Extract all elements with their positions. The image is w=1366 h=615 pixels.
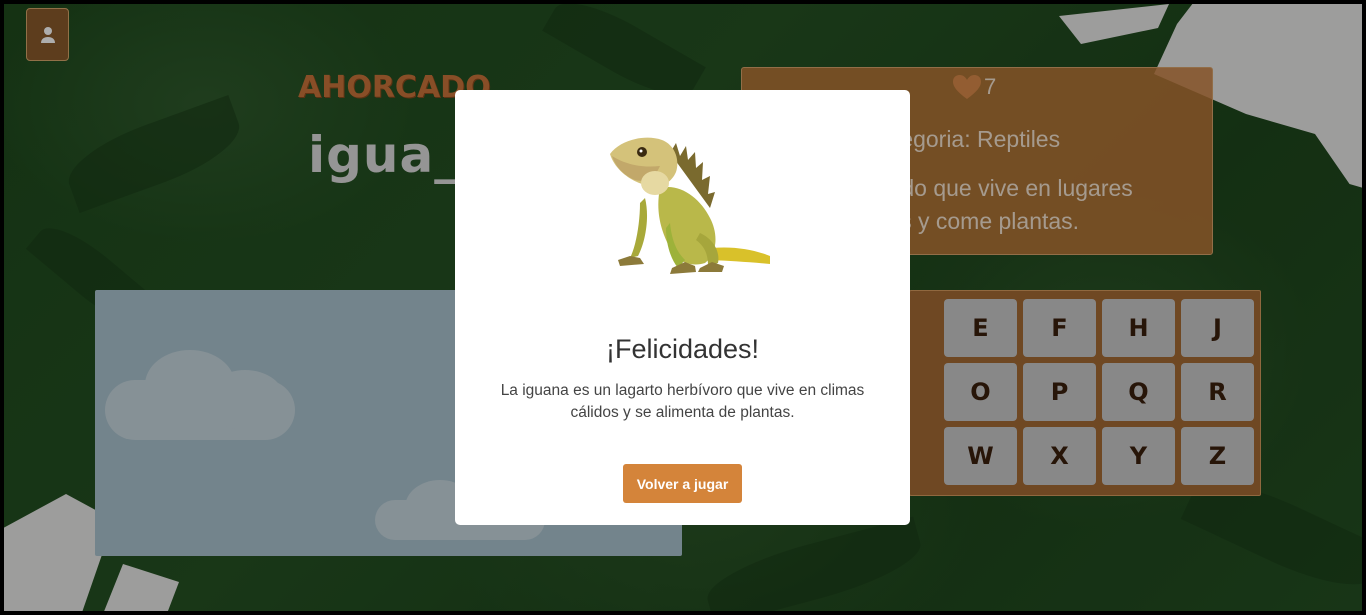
modal-title: ¡Felicidades! [605, 334, 760, 364]
play-again-button[interactable]: Volver a jugar [623, 464, 742, 503]
game-background: AHORCADO igua_a 7 tegoria: Reptiles o co… [4, 4, 1362, 611]
success-modal: ¡Felicidades! La iguana es un lagarto he… [455, 90, 910, 525]
modal-message: La iguana es un lagarto herbívoro que vi… [500, 382, 865, 421]
iguana-image [610, 137, 770, 274]
